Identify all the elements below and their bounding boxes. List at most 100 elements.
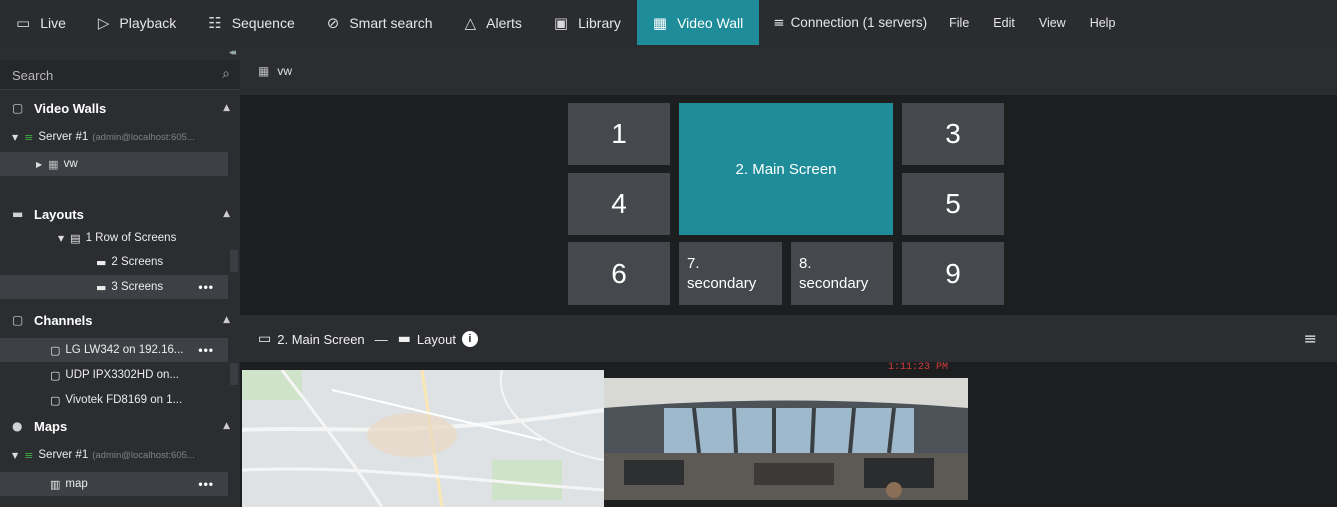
screen-title-group: ▭ 2. Main Screen — ▬ Layout i [258,331,478,347]
channel-icon: ▢ [50,368,61,382]
wall-screen-8[interactable]: 8. secondary [791,242,893,305]
tree-channel-item[interactable]: ▢ LG LW342 on 192.16... ••• [0,338,228,362]
scrollbar[interactable] [230,363,238,385]
layout-item-label: 3 Screens [111,281,164,293]
channel-label: LG LW342 on 192.16... [65,344,184,356]
bell-icon: △ [464,13,477,32]
server-icon: ≡ [24,130,34,144]
wall-screen-9[interactable]: 9 [902,242,1004,305]
more-options-icon[interactable]: ••• [198,343,214,357]
tab-alerts[interactable]: △ Alerts [449,0,538,45]
tab-playback[interactable]: ▷ Playback [82,0,192,45]
globe-icon: ● [12,419,23,433]
caret-up-icon[interactable]: ▲ [223,421,230,431]
more-options-icon[interactable]: ••• [198,477,214,491]
channel-icon: ▢ [50,343,61,357]
layout-group-label: 1 Row of Screens [85,232,177,244]
layout-icon: ▬ [96,280,107,294]
connection-menu[interactable]: ≡ Connection (1 servers) [759,15,937,31]
expand-down-icon: ▼ [12,132,19,142]
tab-video-wall-label: Video Wall [677,14,744,31]
search-icon[interactable]: ⌕ [222,66,230,82]
map-image [242,370,604,507]
wall-name: vw [277,64,293,78]
tree-map-item[interactable]: ▥ map ••• [0,472,228,496]
video-wall-icon: ▢ [12,101,24,115]
map-view[interactable] [242,370,604,507]
wall-screen-1[interactable]: 1 [568,103,670,165]
server-detail: (admin@localhost:605... [92,131,195,143]
menu-file[interactable]: File [937,16,981,30]
tab-library[interactable]: ▣ Library [538,0,637,45]
sequence-icon: ☷ [208,13,222,32]
menu-edit[interactable]: Edit [981,16,1027,30]
screen-label: secondary [687,274,757,292]
caret-up-icon[interactable]: ▲ [223,315,230,325]
wall-title: ▦ vw [258,64,292,78]
wall-screen-3[interactable]: 3 [902,103,1004,165]
info-icon[interactable]: i [461,331,478,347]
tree-layout-group[interactable]: ▼ ▤ 1 Row of Screens [0,226,240,250]
play-icon: ▷ [97,13,110,32]
server-name: Server #1 [38,449,89,461]
tree-channel-item[interactable]: ▢ Vivotek FD8169 on 1... [0,388,240,412]
tab-smart-search[interactable]: ⊘ Smart search [311,0,449,45]
wall-screen-4[interactable]: 4 [568,173,670,235]
sidebar: ◂◂ Search ⌕ ▢ Video Walls ▲ ▼ ≡ Server #… [0,45,240,507]
camera-view[interactable] [604,378,968,500]
expand-down-icon: ▼ [58,233,65,243]
tab-alerts-label: Alerts [486,14,522,31]
menu-right: ≡ Connection (1 servers) File Edit View H… [759,0,1127,45]
tab-video-wall[interactable]: ▦ Video Wall [636,0,760,45]
wall-screen-6[interactable]: 6 [568,242,670,305]
more-options-icon[interactable]: ••• [198,280,214,294]
layout-group-icon: ▤ [70,231,81,245]
caret-up-icon[interactable]: ▲ [223,103,230,113]
layout-label[interactable]: Layout [417,332,456,347]
tab-sequence[interactable]: ☷ Sequence [192,0,311,45]
video-wall-icon: ▦ [48,157,59,171]
expand-right-icon: ▶ [36,159,43,169]
tree-layout-item[interactable]: ▬ 3 Screens ••• [0,275,228,299]
tab-smart-search-label: Smart search [349,14,433,31]
tree-server[interactable]: ▼ ≡ Server #1 (admin@localhost:605... [0,443,240,467]
layout-icon: ▬ [96,255,107,269]
section-layouts[interactable]: ▬ Layouts ▲ [0,199,240,229]
channel-label: UDP IPX3302HD on... [65,369,179,381]
section-channels-title: Channels [34,312,93,328]
monitor-icon: ▭ [16,13,31,32]
wall-item-label: vw [63,158,78,170]
menu-help[interactable]: Help [1078,16,1128,30]
scrollbar[interactable] [230,250,238,272]
wall-screen-7[interactable]: 7. secondary [679,242,782,305]
tree-wall-item[interactable]: ▶ ▦ vw [0,152,228,176]
tree-server[interactable]: ▼ ≡ Server #1 (admin@localhost:605... [0,125,240,149]
search-input[interactable]: Search ⌕ [0,60,240,90]
tab-live[interactable]: ▭ Live [0,0,82,45]
wall-screen-main[interactable]: 2. Main Screen [679,103,893,235]
connection-label: Connection (1 servers) [790,15,928,30]
section-channels[interactable]: ▢ Channels ▲ [0,305,240,335]
section-maps[interactable]: ● Maps ▲ [0,411,240,441]
map-item-label: map [65,478,88,490]
menu-view[interactable]: View [1027,16,1078,30]
tab-playback-label: Playback [119,14,177,31]
video-wall-icon: ▦ [652,13,668,32]
server-name: Server #1 [38,131,89,143]
tree-channel-item[interactable]: ▢ UDP IPX3302HD on... [0,363,240,387]
library-icon: ▣ [553,13,569,32]
hamburger-menu-icon[interactable]: ≡ [1304,329,1317,348]
search-placeholder: Search [12,68,54,83]
collapse-sidebar-icon[interactable]: ◂◂ [229,47,236,58]
tree-layout-item[interactable]: ▬ 2 Screens [0,250,240,274]
section-layouts-title: Layouts [34,206,84,222]
database-icon: ≡ [773,14,785,31]
screen-title: 2. Main Screen [277,331,365,347]
screen-content-area [240,362,1337,507]
wall-screen-5[interactable]: 5 [902,173,1004,235]
video-wall-header: ▦ vw [240,45,1337,95]
section-video-walls[interactable]: ▢ Video Walls ▲ [0,93,240,123]
channel-icon: ▢ [50,393,61,407]
tab-live-label: Live [40,14,66,31]
caret-up-icon[interactable]: ▲ [223,209,230,219]
